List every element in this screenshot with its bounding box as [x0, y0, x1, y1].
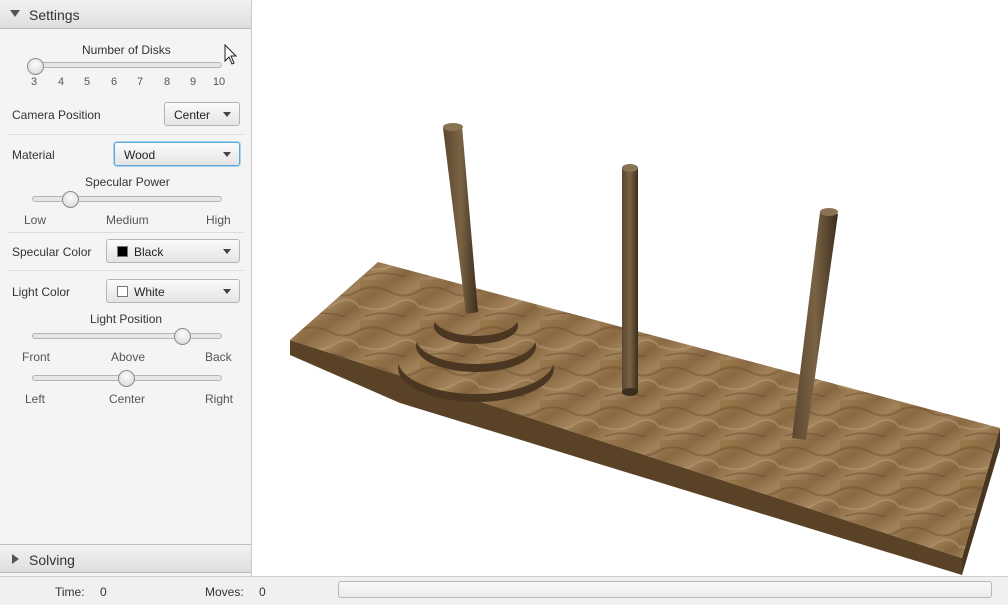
- divider: [8, 232, 244, 233]
- disks-tick: 7: [136, 76, 144, 88]
- mouse-cursor-icon: [224, 44, 238, 65]
- material-select[interactable]: Wood: [114, 142, 240, 166]
- specular-power-tick: High: [206, 213, 231, 227]
- light-side-tick: Right: [205, 392, 234, 406]
- disks-slider-track[interactable]: [30, 62, 222, 68]
- disks-tick: 6: [110, 76, 118, 88]
- solving-pane-header[interactable]: Solving: [0, 544, 251, 573]
- time-value: 0: [100, 585, 107, 599]
- chevron-down-icon: [223, 249, 231, 254]
- time-label: Time:: [55, 585, 85, 599]
- scene-viewport[interactable]: [252, 0, 1008, 576]
- specular-power-tick: Medium: [106, 213, 149, 227]
- disks-tick: 9: [189, 76, 197, 88]
- disks-tick: 8: [163, 76, 171, 88]
- disks-tick: 4: [57, 76, 65, 88]
- light-side-tick: Left: [25, 392, 46, 406]
- light-depth-tick: Back: [205, 350, 232, 364]
- chevron-down-icon: [223, 289, 231, 294]
- specular-power-track[interactable]: [32, 196, 222, 202]
- specular-power-tick: Low: [24, 213, 47, 227]
- specular-power-thumb[interactable]: [61, 191, 79, 208]
- moves-label: Moves:: [205, 585, 244, 599]
- disks-tick: 3: [30, 76, 38, 88]
- peg-middle: [622, 164, 638, 396]
- light-depth-tick: Above: [111, 350, 146, 364]
- specular-power-label: Specular Power: [85, 175, 170, 189]
- color-swatch-icon: [117, 286, 128, 297]
- camera-position-value: Center: [174, 108, 211, 122]
- chevron-down-icon: [10, 10, 20, 17]
- light-depth-thumb[interactable]: [174, 328, 192, 345]
- light-position-label: Light Position: [90, 312, 163, 326]
- camera-position-select[interactable]: Center: [164, 102, 240, 126]
- material-value: Wood: [124, 148, 156, 162]
- color-swatch-icon: [117, 246, 128, 257]
- light-color-value: White: [134, 285, 165, 299]
- disks-tick: 5: [83, 76, 91, 88]
- specular-color-picker[interactable]: Black: [106, 239, 240, 263]
- light-side-tick: Center: [109, 392, 146, 406]
- chevron-down-icon: [223, 152, 231, 157]
- chevron-right-icon: [12, 554, 19, 564]
- light-color-label: Light Color: [12, 285, 71, 299]
- light-color-picker[interactable]: White: [106, 279, 240, 303]
- settings-panel: Settings Number of Disks 3 4 5 6 7 8 9 1…: [0, 0, 252, 576]
- disks-slider-thumb[interactable]: [27, 58, 44, 75]
- moves-value: 0: [259, 585, 266, 599]
- light-side-thumb[interactable]: [118, 370, 135, 387]
- light-depth-track[interactable]: [32, 333, 222, 339]
- disks-tick: 10: [212, 76, 226, 88]
- specular-color-value: Black: [134, 245, 164, 259]
- settings-pane-header[interactable]: Settings: [0, 0, 251, 29]
- solve-progress-bar: [338, 581, 992, 598]
- light-depth-tick: Front: [22, 350, 51, 364]
- material-label: Material: [12, 148, 55, 162]
- solving-title: Solving: [29, 552, 75, 568]
- camera-label: Camera Position: [12, 108, 101, 122]
- disks-label: Number of Disks: [82, 43, 171, 57]
- divider: [8, 134, 244, 135]
- specular-color-label: Specular Color: [12, 245, 92, 259]
- board-top: [290, 262, 1000, 558]
- chevron-down-icon: [223, 112, 231, 117]
- divider: [8, 270, 244, 271]
- settings-title: Settings: [29, 7, 80, 23]
